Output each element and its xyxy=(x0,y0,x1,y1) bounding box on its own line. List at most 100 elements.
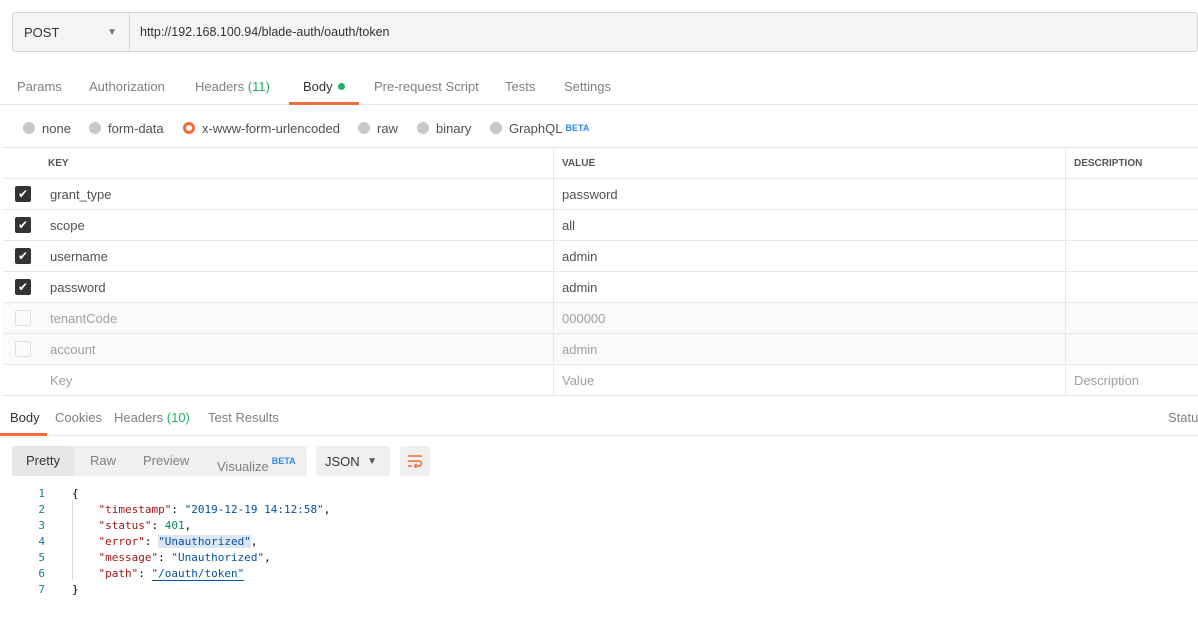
tab-tests[interactable]: Tests xyxy=(505,70,535,105)
row-checkbox[interactable]: ✔ xyxy=(15,186,31,202)
beta-badge: BETA xyxy=(565,123,590,133)
table-row: tenantCode 000000 xyxy=(3,303,1198,334)
code-line: 4 "error": "Unauthorized", xyxy=(0,534,1198,550)
code-line: 2 "timestamp": "2019-12-19 14:12:58", xyxy=(0,502,1198,518)
radio-selected-icon xyxy=(183,122,195,134)
line-number: 5 xyxy=(38,551,45,564)
row-checkbox[interactable]: ✔ xyxy=(15,217,31,233)
json-key: "error" xyxy=(98,535,145,548)
code-text: "error": "Unauthorized", xyxy=(98,535,258,548)
row-value-input[interactable]: admin xyxy=(554,241,1066,271)
url-bar: POST ▼ http://192.168.100.94/blade-auth/… xyxy=(12,12,1198,52)
json-value: "Unauthorized" xyxy=(171,551,265,564)
url-input[interactable]: http://192.168.100.94/blade-auth/oauth/t… xyxy=(130,13,1197,51)
json-value: "/oauth/token" xyxy=(151,567,245,581)
radio-circle-icon xyxy=(358,122,370,134)
new-value-input[interactable]: Value xyxy=(554,365,1066,395)
row-description-input[interactable] xyxy=(1066,179,1198,209)
view-raw-button[interactable]: Raw xyxy=(90,446,116,476)
code-text: "status": 401, xyxy=(98,519,192,532)
row-check-cell xyxy=(3,334,43,364)
code-text: "path": "/oauth/token" xyxy=(98,567,245,581)
response-code-editor[interactable]: 1 {2 "timestamp": "2019-12-19 14:12:58", 3… xyxy=(0,486,1198,598)
method-select[interactable]: POST ▼ xyxy=(13,13,130,51)
row-value-input[interactable]: password xyxy=(554,179,1066,209)
row-key-input[interactable]: scope xyxy=(43,210,554,240)
tab-settings[interactable]: Settings xyxy=(564,70,611,105)
row-description-input[interactable] xyxy=(1066,303,1198,333)
chevron-down-icon: ▼ xyxy=(107,26,117,38)
radio-circle-icon xyxy=(490,122,502,134)
checkmark-icon: ✔ xyxy=(17,187,29,201)
row-key-input[interactable]: tenantCode xyxy=(43,303,554,333)
request-tabs: Params Authorization Headers (11) Body P… xyxy=(0,70,1198,105)
row-key-input[interactable]: grant_type xyxy=(43,179,554,209)
radio-binary[interactable]: binary xyxy=(417,120,471,136)
json-key: "message" xyxy=(98,551,159,564)
row-checkbox[interactable]: ✔ xyxy=(15,248,31,264)
resp-tab-body[interactable]: Body xyxy=(0,402,47,436)
tab-prerequest-script[interactable]: Pre-request Script xyxy=(374,70,479,105)
format-select[interactable]: JSON ▼ xyxy=(316,446,390,476)
line-number: 7 xyxy=(38,583,45,596)
table-row-new: Key Value Description xyxy=(3,365,1198,396)
resp-tab-test-results[interactable]: Test Results xyxy=(208,402,279,436)
row-check-cell: ✔ xyxy=(3,210,43,240)
row-checkbox[interactable]: ✔ xyxy=(15,279,31,295)
radio-graphql-label: GraphQL xyxy=(509,120,563,136)
view-pretty-button[interactable]: Pretty xyxy=(12,446,74,476)
code-line: 6 "path": "/oauth/token" xyxy=(0,566,1198,582)
row-key-input[interactable]: username xyxy=(43,241,554,271)
response-status: Status xyxy=(1168,402,1198,436)
view-visualize-button[interactable]: Visualize BETA xyxy=(217,446,296,476)
row-value-input[interactable]: admin xyxy=(554,272,1066,302)
tab-authorization-label: Authorization xyxy=(89,79,165,94)
line-number: 1 xyxy=(38,487,45,500)
modified-dot-icon xyxy=(337,83,345,90)
json-key: "path" xyxy=(98,567,139,580)
row-value-input[interactable]: admin xyxy=(554,334,1066,364)
resp-headers-count: (10) xyxy=(166,410,190,425)
code-text: "message": "Unauthorized", xyxy=(98,551,271,564)
row-value-input[interactable]: 000000 xyxy=(554,303,1066,333)
new-key-input[interactable]: Key xyxy=(43,365,554,395)
table-row: ✔ username admin xyxy=(3,241,1198,272)
radio-form-data[interactable]: form-data xyxy=(89,120,164,136)
radio-raw[interactable]: raw xyxy=(358,120,398,136)
radio-none[interactable]: none xyxy=(23,120,71,136)
row-description-input[interactable] xyxy=(1066,210,1198,240)
row-key-input[interactable]: account xyxy=(43,334,554,364)
view-preview-button[interactable]: Preview xyxy=(143,446,189,476)
url-text: http://192.168.100.94/blade-auth/oauth/t… xyxy=(140,25,390,39)
code-line: 3 "status": 401, xyxy=(0,518,1198,534)
checkmark-icon: ✔ xyxy=(17,218,29,232)
radio-graphql[interactable]: GraphQL BETA xyxy=(490,120,589,136)
code-text: "timestamp": "2019-12-19 14:12:58", xyxy=(98,503,331,516)
row-description-input[interactable] xyxy=(1066,272,1198,302)
row-description-input[interactable] xyxy=(1066,241,1198,271)
tab-body[interactable]: Body xyxy=(289,70,359,105)
code-brace: { xyxy=(72,487,79,500)
wrap-lines-button[interactable] xyxy=(400,446,430,476)
json-value: "Unauthorized" xyxy=(158,535,251,548)
view-visualize-label: Visualize xyxy=(217,459,269,474)
tab-params[interactable]: Params xyxy=(17,70,62,105)
row-description-input[interactable] xyxy=(1066,334,1198,364)
row-check-cell xyxy=(3,303,43,333)
response-tabs: Body Cookies Headers (10) Test Results S… xyxy=(0,402,1198,436)
radio-raw-label: raw xyxy=(377,120,398,136)
row-value-input[interactable]: all xyxy=(554,210,1066,240)
tab-headers[interactable]: Headers (11) xyxy=(195,70,270,105)
radio-circle-icon xyxy=(417,122,429,134)
chevron-down-icon: ▼ xyxy=(367,455,377,467)
new-description-input[interactable]: Description xyxy=(1066,365,1198,395)
radio-urlencoded[interactable]: x-www-form-urlencoded xyxy=(183,120,340,136)
row-checkbox[interactable] xyxy=(15,341,31,357)
row-check-cell: ✔ xyxy=(3,272,43,302)
row-key-input[interactable]: password xyxy=(43,272,554,302)
resp-tab-headers[interactable]: Headers (10) xyxy=(114,402,190,436)
resp-tab-cookies[interactable]: Cookies xyxy=(55,402,102,436)
radio-circle-icon xyxy=(89,122,101,134)
row-checkbox[interactable] xyxy=(15,310,31,326)
tab-authorization[interactable]: Authorization xyxy=(89,70,165,105)
